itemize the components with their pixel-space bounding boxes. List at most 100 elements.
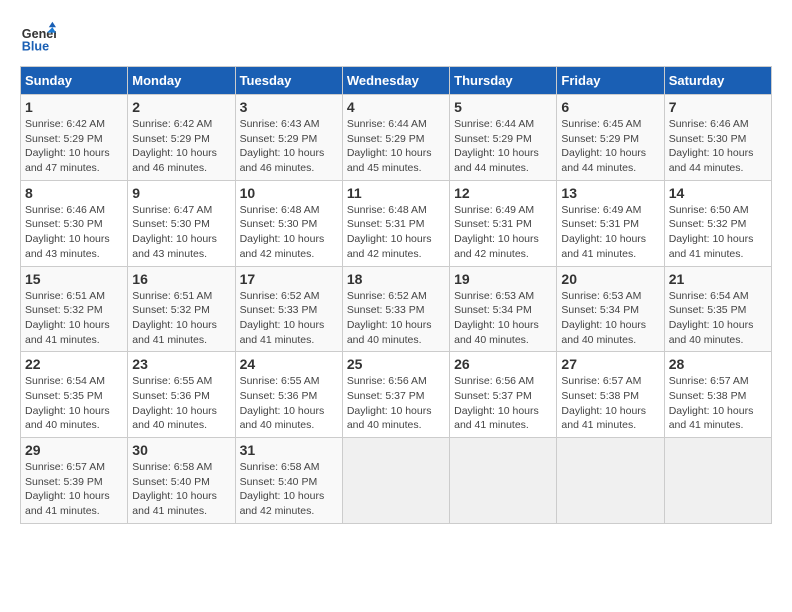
- daylight-label: Daylight: 10 hours and 40 minutes.: [669, 319, 754, 346]
- day-number: 1: [25, 99, 123, 115]
- day-info: Sunrise: 6:53 AM Sunset: 5:34 PM Dayligh…: [454, 289, 552, 348]
- sunset-label: Sunset: 5:34 PM: [454, 304, 532, 316]
- sunrise-label: Sunrise: 6:57 AM: [669, 375, 749, 387]
- daylight-label: Daylight: 10 hours and 43 minutes.: [132, 233, 217, 260]
- calendar-cell: 5 Sunrise: 6:44 AM Sunset: 5:29 PM Dayli…: [450, 95, 557, 181]
- sunrise-label: Sunrise: 6:56 AM: [347, 375, 427, 387]
- sunrise-label: Sunrise: 6:47 AM: [132, 204, 212, 216]
- day-info: Sunrise: 6:54 AM Sunset: 5:35 PM Dayligh…: [25, 374, 123, 433]
- day-info: Sunrise: 6:55 AM Sunset: 5:36 PM Dayligh…: [132, 374, 230, 433]
- day-info: Sunrise: 6:49 AM Sunset: 5:31 PM Dayligh…: [454, 203, 552, 262]
- daylight-label: Daylight: 10 hours and 42 minutes.: [347, 233, 432, 260]
- day-number: 11: [347, 185, 445, 201]
- day-info: Sunrise: 6:46 AM Sunset: 5:30 PM Dayligh…: [669, 117, 767, 176]
- day-number: 24: [240, 356, 338, 372]
- daylight-label: Daylight: 10 hours and 41 minutes.: [132, 490, 217, 517]
- sunrise-label: Sunrise: 6:42 AM: [132, 118, 212, 130]
- daylight-label: Daylight: 10 hours and 42 minutes.: [240, 490, 325, 517]
- sunrise-label: Sunrise: 6:50 AM: [669, 204, 749, 216]
- sunrise-label: Sunrise: 6:44 AM: [347, 118, 427, 130]
- calendar-cell: [557, 438, 664, 524]
- calendar-cell: 22 Sunrise: 6:54 AM Sunset: 5:35 PM Dayl…: [21, 352, 128, 438]
- day-header-saturday: Saturday: [664, 67, 771, 95]
- day-info: Sunrise: 6:58 AM Sunset: 5:40 PM Dayligh…: [132, 460, 230, 519]
- day-info: Sunrise: 6:57 AM Sunset: 5:38 PM Dayligh…: [561, 374, 659, 433]
- day-number: 25: [347, 356, 445, 372]
- day-number: 2: [132, 99, 230, 115]
- daylight-label: Daylight: 10 hours and 41 minutes.: [561, 233, 646, 260]
- calendar-cell: 19 Sunrise: 6:53 AM Sunset: 5:34 PM Dayl…: [450, 266, 557, 352]
- calendar-table: SundayMondayTuesdayWednesdayThursdayFrid…: [20, 66, 772, 524]
- day-info: Sunrise: 6:57 AM Sunset: 5:38 PM Dayligh…: [669, 374, 767, 433]
- sunset-label: Sunset: 5:39 PM: [25, 476, 103, 488]
- calendar-cell: 4 Sunrise: 6:44 AM Sunset: 5:29 PM Dayli…: [342, 95, 449, 181]
- day-number: 26: [454, 356, 552, 372]
- calendar-cell: 18 Sunrise: 6:52 AM Sunset: 5:33 PM Dayl…: [342, 266, 449, 352]
- calendar-cell: 6 Sunrise: 6:45 AM Sunset: 5:29 PM Dayli…: [557, 95, 664, 181]
- sunrise-label: Sunrise: 6:51 AM: [132, 290, 212, 302]
- sunset-label: Sunset: 5:31 PM: [347, 218, 425, 230]
- sunrise-label: Sunrise: 6:54 AM: [25, 375, 105, 387]
- sunrise-label: Sunrise: 6:53 AM: [454, 290, 534, 302]
- calendar-cell: 15 Sunrise: 6:51 AM Sunset: 5:32 PM Dayl…: [21, 266, 128, 352]
- sunrise-label: Sunrise: 6:55 AM: [132, 375, 212, 387]
- calendar-cell: 26 Sunrise: 6:56 AM Sunset: 5:37 PM Dayl…: [450, 352, 557, 438]
- daylight-label: Daylight: 10 hours and 44 minutes.: [669, 147, 754, 174]
- daylight-label: Daylight: 10 hours and 41 minutes.: [454, 405, 539, 432]
- calendar-cell: [342, 438, 449, 524]
- sunrise-label: Sunrise: 6:57 AM: [25, 461, 105, 473]
- calendar-cell: 13 Sunrise: 6:49 AM Sunset: 5:31 PM Dayl…: [557, 180, 664, 266]
- calendar-cell: 2 Sunrise: 6:42 AM Sunset: 5:29 PM Dayli…: [128, 95, 235, 181]
- sunrise-label: Sunrise: 6:57 AM: [561, 375, 641, 387]
- calendar-week-4: 22 Sunrise: 6:54 AM Sunset: 5:35 PM Dayl…: [21, 352, 772, 438]
- day-number: 22: [25, 356, 123, 372]
- sunrise-label: Sunrise: 6:58 AM: [132, 461, 212, 473]
- calendar-cell: 21 Sunrise: 6:54 AM Sunset: 5:35 PM Dayl…: [664, 266, 771, 352]
- day-number: 8: [25, 185, 123, 201]
- daylight-label: Daylight: 10 hours and 40 minutes.: [561, 319, 646, 346]
- calendar-header-row: SundayMondayTuesdayWednesdayThursdayFrid…: [21, 67, 772, 95]
- calendar-cell: [450, 438, 557, 524]
- sunset-label: Sunset: 5:37 PM: [347, 390, 425, 402]
- day-number: 20: [561, 271, 659, 287]
- logo: General Blue: [20, 20, 56, 56]
- calendar-week-5: 29 Sunrise: 6:57 AM Sunset: 5:39 PM Dayl…: [21, 438, 772, 524]
- sunset-label: Sunset: 5:30 PM: [25, 218, 103, 230]
- daylight-label: Daylight: 10 hours and 44 minutes.: [561, 147, 646, 174]
- day-info: Sunrise: 6:55 AM Sunset: 5:36 PM Dayligh…: [240, 374, 338, 433]
- sunset-label: Sunset: 5:33 PM: [240, 304, 318, 316]
- sunrise-label: Sunrise: 6:56 AM: [454, 375, 534, 387]
- day-info: Sunrise: 6:42 AM Sunset: 5:29 PM Dayligh…: [25, 117, 123, 176]
- daylight-label: Daylight: 10 hours and 43 minutes.: [25, 233, 110, 260]
- daylight-label: Daylight: 10 hours and 40 minutes.: [347, 319, 432, 346]
- logo-icon: General Blue: [20, 20, 56, 56]
- sunset-label: Sunset: 5:29 PM: [561, 133, 639, 145]
- day-number: 10: [240, 185, 338, 201]
- sunset-label: Sunset: 5:29 PM: [240, 133, 318, 145]
- day-info: Sunrise: 6:57 AM Sunset: 5:39 PM Dayligh…: [25, 460, 123, 519]
- calendar-week-1: 1 Sunrise: 6:42 AM Sunset: 5:29 PM Dayli…: [21, 95, 772, 181]
- calendar-cell: 8 Sunrise: 6:46 AM Sunset: 5:30 PM Dayli…: [21, 180, 128, 266]
- calendar-cell: 31 Sunrise: 6:58 AM Sunset: 5:40 PM Dayl…: [235, 438, 342, 524]
- sunrise-label: Sunrise: 6:46 AM: [669, 118, 749, 130]
- sunrise-label: Sunrise: 6:48 AM: [347, 204, 427, 216]
- calendar-cell: [664, 438, 771, 524]
- day-number: 14: [669, 185, 767, 201]
- sunset-label: Sunset: 5:40 PM: [240, 476, 318, 488]
- day-number: 30: [132, 442, 230, 458]
- calendar-cell: 16 Sunrise: 6:51 AM Sunset: 5:32 PM Dayl…: [128, 266, 235, 352]
- daylight-label: Daylight: 10 hours and 40 minutes.: [240, 405, 325, 432]
- day-number: 6: [561, 99, 659, 115]
- sunset-label: Sunset: 5:31 PM: [454, 218, 532, 230]
- day-info: Sunrise: 6:52 AM Sunset: 5:33 PM Dayligh…: [240, 289, 338, 348]
- sunset-label: Sunset: 5:30 PM: [132, 218, 210, 230]
- day-info: Sunrise: 6:58 AM Sunset: 5:40 PM Dayligh…: [240, 460, 338, 519]
- daylight-label: Daylight: 10 hours and 41 minutes.: [25, 490, 110, 517]
- day-info: Sunrise: 6:48 AM Sunset: 5:30 PM Dayligh…: [240, 203, 338, 262]
- header: General Blue: [20, 20, 772, 56]
- day-info: Sunrise: 6:44 AM Sunset: 5:29 PM Dayligh…: [454, 117, 552, 176]
- daylight-label: Daylight: 10 hours and 40 minutes.: [347, 405, 432, 432]
- calendar-cell: 23 Sunrise: 6:55 AM Sunset: 5:36 PM Dayl…: [128, 352, 235, 438]
- day-header-friday: Friday: [557, 67, 664, 95]
- sunset-label: Sunset: 5:40 PM: [132, 476, 210, 488]
